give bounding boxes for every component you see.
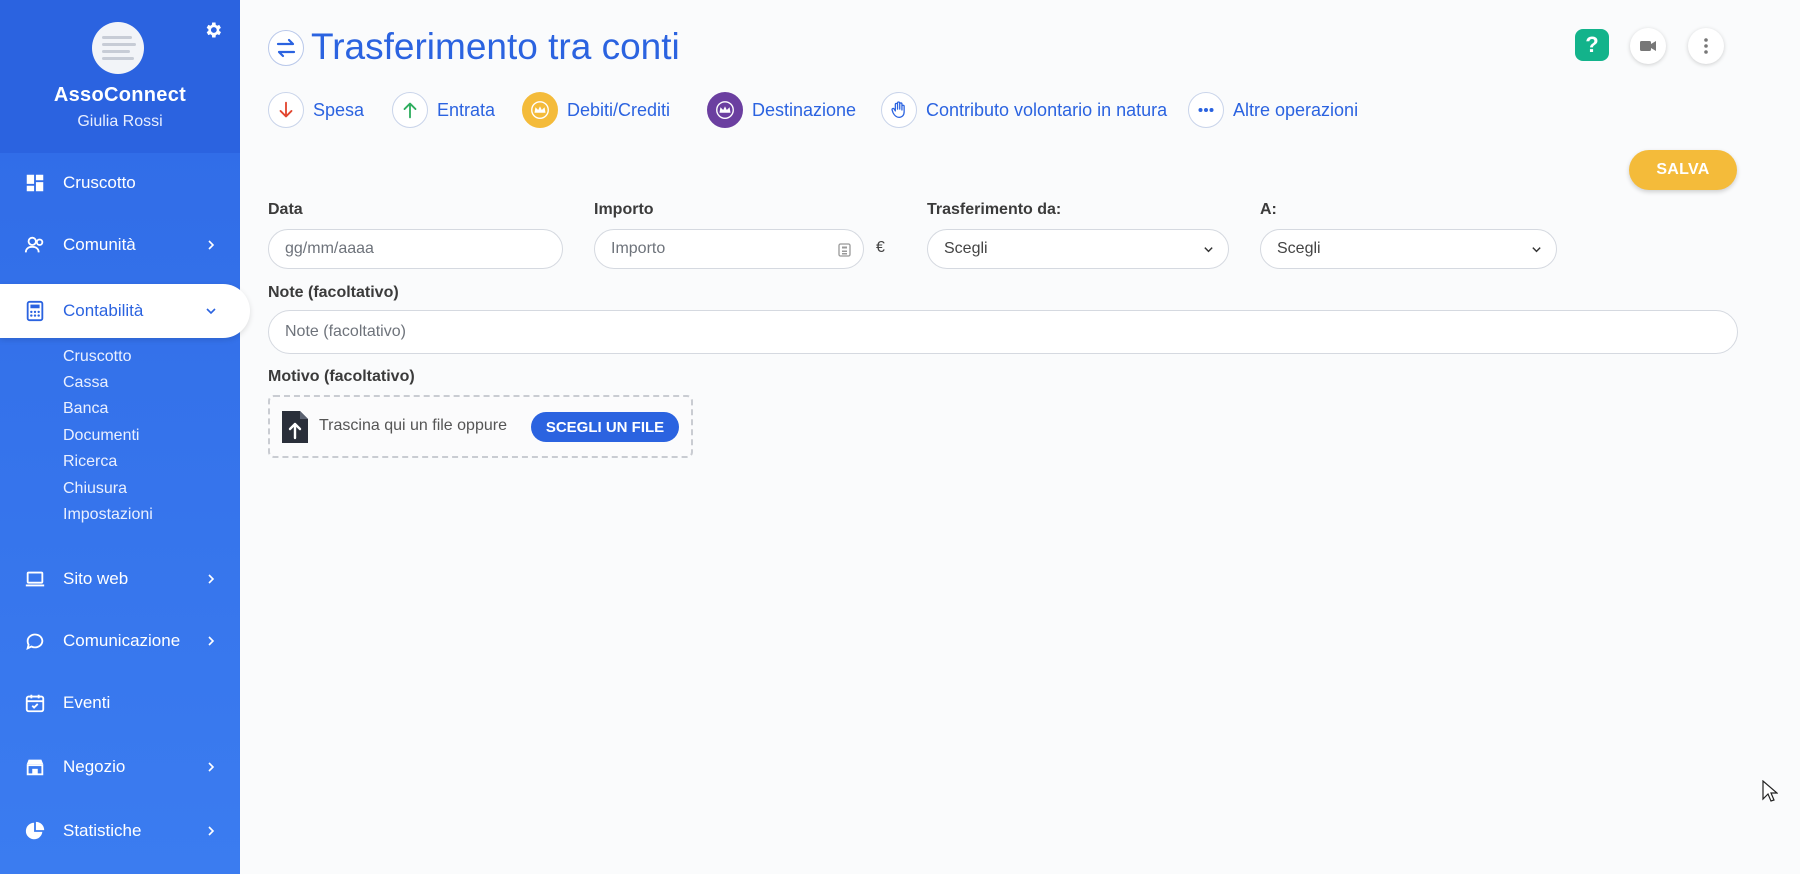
transfer-from-label: Trasferimento da: [927,201,1062,218]
chevron-right-icon [208,636,215,646]
choose-file-button[interactable]: SCEGLI UN FILE [531,412,679,442]
sidebar-item-accounting[interactable]: Contabilità [0,284,250,338]
subnav-search[interactable]: Ricerca [63,453,117,471]
sidebar-item-label: Cruscotto [63,173,136,192]
more-vertical-icon [1704,38,1708,54]
sidebar-item-communication[interactable]: Comunicazione [0,619,240,663]
subnav-settings[interactable]: Impostazioni [63,506,153,524]
notes-field[interactable]: Note (facoltativo) [268,310,1738,354]
operation-altre[interactable]: Altre operazioni [1188,91,1358,129]
file-dropzone[interactable]: Trascina qui un file oppure SCEGLI UN FI… [268,395,693,458]
arrow-down-icon [268,92,304,128]
chevron-right-icon [208,240,215,250]
more-dots-icon [1188,92,1224,128]
transfer-to-label: A: [1260,201,1277,218]
sidebar-item-website[interactable]: Sito web [0,557,240,601]
transfer-to-value: Scegli [1277,240,1321,257]
chevron-down-icon [1532,247,1541,253]
sidebar: AssoConnect Giulia Rossi Cruscotto Comun… [0,0,250,874]
sidebar-item-label: Statistiche [63,821,142,840]
dashboard-icon [26,174,44,192]
sidebar-header: AssoConnect Giulia Rossi [0,0,240,153]
notes-label: Note (facoltativo) [268,284,399,301]
sidebar-item-label: Comunità [63,235,136,254]
video-button[interactable] [1630,28,1666,64]
chevron-right-icon [208,574,215,584]
operation-label: Entrata [437,99,496,120]
transfer-to-select[interactable]: Scegli [1260,229,1557,269]
gear-icon[interactable] [203,20,223,40]
help-button[interactable]: ? [1575,29,1609,61]
sidebar-item-label: Comunicazione [63,631,181,650]
pie-chart-icon [25,821,45,840]
operation-label: Spesa [313,99,365,120]
amount-field[interactable]: Importo [594,229,864,269]
shop-icon [26,759,44,776]
sidebar-item-dashboard[interactable]: Cruscotto [0,161,240,205]
date-label: Data [268,201,303,218]
mouse-cursor-icon [1762,780,1778,802]
sidebar-item-label: Eventi [63,693,111,712]
calculator-icon [26,300,44,322]
operation-contributo-natura[interactable]: Contributo volontario in natura [881,91,1167,129]
subnav-documents[interactable]: Documenti [63,427,139,445]
operation-destinazione[interactable]: Destinazione [707,91,856,129]
video-camera-icon [1640,41,1656,51]
chevron-down-icon [206,308,216,315]
laptop-icon [25,571,45,587]
save-button[interactable]: SALVA [1629,150,1737,190]
sidebar-item-label: Negozio [63,757,126,776]
operation-spesa[interactable]: Spesa [268,91,364,129]
sidebar-item-community[interactable]: Comunità [0,223,240,267]
crown-icon [522,92,558,128]
chat-icon [26,633,44,651]
brand-name: AssoConnect [53,84,187,106]
date-field[interactable]: gg/mm/aaaa [268,229,563,269]
operation-label: Altre operazioni [1233,99,1359,120]
amount-placeholder: Importo [611,240,666,257]
operation-entrata[interactable]: Entrata [392,91,495,129]
dropzone-text: Trascina qui un file oppure [319,417,507,434]
subnav-cash[interactable]: Cassa [63,374,108,392]
crown-purple-icon [707,92,743,128]
transfer-from-select[interactable]: Scegli [927,229,1229,269]
arrow-up-icon [392,92,428,128]
operation-label: Contributo volontario in natura [926,99,1168,120]
user-name: Giulia Rossi [77,113,163,130]
calculator-small-icon [838,243,851,257]
sidebar-item-shop[interactable]: Negozio [0,745,240,789]
amount-label: Importo [594,201,654,218]
file-upload-icon [282,411,308,443]
subnav-dashboard[interactable]: Cruscotto [63,348,131,366]
reason-label: Motivo (facoltativo) [268,368,415,385]
subnav-bank[interactable]: Banca [63,400,108,418]
hand-icon [881,92,917,128]
organization-logo[interactable] [92,22,144,74]
operation-label: Debiti/Crediti [567,99,671,120]
users-icon [24,236,44,253]
more-menu-button[interactable] [1688,28,1724,64]
operation-label: Destinazione [752,99,857,120]
chevron-down-icon [1204,247,1213,253]
transfer-icon [268,30,304,66]
chevron-right-icon [208,762,215,772]
sidebar-item-events[interactable]: Eventi [0,681,240,725]
subnav-closing[interactable]: Chiusura [63,480,127,498]
sidebar-item-label: Contabilità [63,301,144,320]
transfer-from-value: Scegli [944,240,988,257]
sidebar-item-statistics[interactable]: Statistiche [0,809,240,853]
operation-debiti-crediti[interactable]: Debiti/Crediti [522,91,670,129]
currency-symbol: € [876,239,885,256]
page-title: Trasferimento tra conti [311,26,680,67]
chevron-right-icon [208,826,215,836]
sidebar-item-label: Sito web [63,569,129,588]
calendar-icon [25,694,45,713]
